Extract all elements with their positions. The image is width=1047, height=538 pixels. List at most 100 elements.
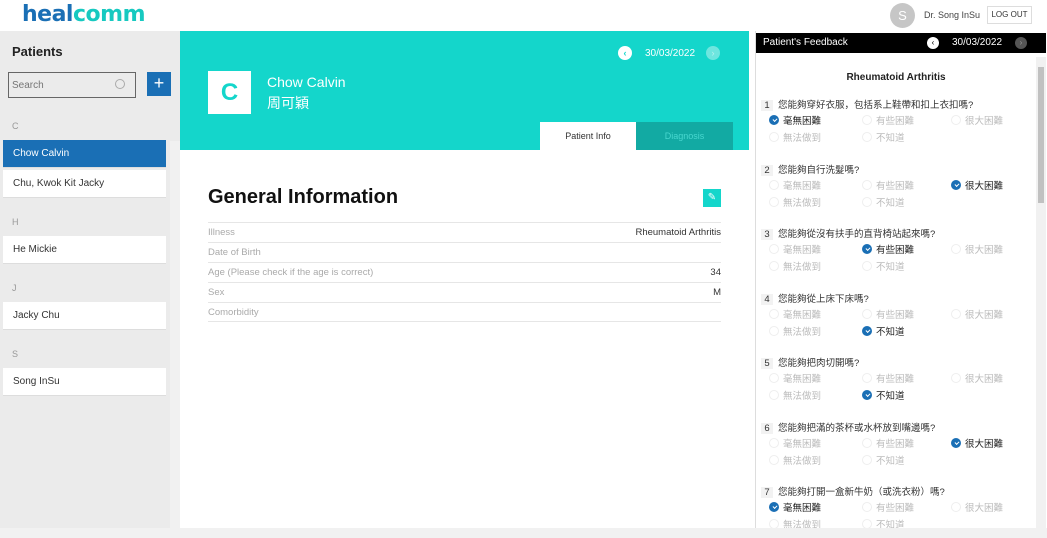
answer-option[interactable]: 不知道 [862, 324, 951, 338]
feedback-prev-icon[interactable]: ‹ [927, 37, 939, 49]
edit-icon[interactable]: ✎ [703, 189, 721, 207]
answer-option[interactable]: 毫無困難 [769, 113, 862, 127]
radio-icon[interactable] [769, 373, 779, 383]
app-logo[interactable]: healcomm [22, 2, 146, 27]
radio-icon[interactable] [862, 196, 872, 207]
answer-option[interactable]: 不知道 [862, 259, 951, 273]
option-label: 不知道 [876, 133, 905, 144]
search-input[interactable] [9, 73, 109, 97]
horizontal-scrollbar[interactable] [0, 528, 1047, 538]
radio-icon[interactable] [862, 437, 872, 448]
answer-option[interactable]: 無法做到 [769, 324, 862, 338]
radio-checked-icon[interactable] [862, 244, 872, 254]
answer-option[interactable]: 有些困難 [862, 307, 951, 321]
answer-option[interactable]: 很大困難 [951, 242, 1031, 256]
radio-icon[interactable] [951, 502, 961, 512]
search-icon[interactable] [115, 79, 125, 89]
radio-icon[interactable] [951, 115, 961, 125]
add-patient-button[interactable]: + [147, 72, 171, 96]
radio-icon[interactable] [769, 390, 779, 400]
answer-option[interactable]: 毫無困難 [769, 371, 862, 385]
answer-option[interactable]: 有些困難 [862, 436, 951, 450]
logout-button[interactable]: LOG OUT [987, 6, 1032, 24]
radio-icon[interactable] [862, 179, 872, 190]
option-label: 無法做到 [783, 391, 822, 402]
radio-icon[interactable] [769, 196, 779, 207]
answer-option[interactable]: 很大困難 [951, 436, 1031, 450]
sidebar-title: Patients [12, 44, 63, 59]
answer-option[interactable]: 很大困難 [951, 113, 1031, 127]
tab-diagnosis[interactable]: Diagnosis [636, 122, 733, 150]
radio-icon[interactable] [769, 437, 779, 448]
answer-option[interactable]: 很大困難 [951, 500, 1031, 514]
radio-checked-icon[interactable] [769, 502, 779, 512]
question-number: 2 [761, 164, 773, 176]
answer-option[interactable]: 毫無困難 [769, 242, 862, 256]
radio-checked-icon[interactable] [862, 390, 872, 400]
sidebar-scrollbar[interactable] [170, 141, 180, 528]
answer-option[interactable]: 無法做到 [769, 388, 862, 402]
radio-checked-icon[interactable] [951, 179, 961, 190]
answer-option[interactable]: 很大困難 [951, 371, 1031, 385]
answer-option[interactable]: 無法做到 [769, 453, 862, 467]
radio-icon[interactable] [951, 244, 961, 254]
answer-option[interactable]: 無法做到 [769, 130, 862, 144]
radio-icon[interactable] [862, 132, 872, 142]
answer-option[interactable]: 有些困難 [862, 500, 951, 514]
radio-icon[interactable] [862, 502, 872, 512]
answer-option[interactable]: 有些困難 [862, 113, 951, 127]
answer-option[interactable]: 毫無困難 [769, 178, 862, 192]
radio-checked-icon[interactable] [769, 115, 779, 125]
answer-option[interactable]: 無法做到 [769, 195, 862, 209]
answer-option[interactable]: 無法做到 [769, 259, 862, 273]
radio-icon[interactable] [951, 373, 961, 383]
answer-option[interactable]: 有些困難 [862, 242, 951, 256]
answer-option[interactable]: 不知道 [862, 453, 951, 467]
option-label: 很大困難 [965, 503, 1004, 514]
radio-icon[interactable] [769, 308, 779, 319]
radio-icon[interactable] [862, 308, 872, 319]
search-box[interactable] [8, 72, 136, 98]
question-label: 您能夠從沒有扶手的直背椅站起來嗎? [778, 229, 936, 240]
prev-date-icon[interactable]: ‹ [618, 46, 632, 60]
answer-option[interactable]: 毫無困難 [769, 436, 862, 450]
answer-option[interactable]: 很大困難 [951, 178, 1031, 192]
next-date-icon[interactable]: › [706, 46, 720, 60]
radio-checked-icon[interactable] [862, 325, 872, 336]
feedback-next-icon[interactable]: › [1015, 37, 1027, 49]
patient-list-item[interactable]: Jacky Chu [3, 302, 166, 330]
feedback-scroll-thumb[interactable] [1038, 67, 1044, 203]
tab-patient-info[interactable]: Patient Info [540, 122, 636, 150]
radio-icon[interactable] [769, 261, 779, 271]
patient-list-item[interactable]: Song InSu [3, 368, 166, 396]
user-avatar[interactable]: S [890, 3, 915, 28]
radio-icon[interactable] [862, 373, 872, 383]
answer-option[interactable]: 不知道 [862, 130, 951, 144]
answer-option[interactable]: 不知道 [862, 195, 951, 209]
option-label: 毫無困難 [783, 374, 822, 385]
radio-icon[interactable] [862, 115, 872, 125]
answer-option[interactable]: 毫無困難 [769, 307, 862, 321]
info-row-illness: Illness Rheumatoid Arthritis [208, 222, 721, 242]
question-label: 您能夠從上床下床嗎? [778, 293, 869, 305]
radio-icon[interactable] [769, 132, 779, 142]
patient-list-item[interactable]: He Mickie [3, 236, 166, 264]
group-letter: S [12, 349, 19, 359]
feedback-question: 3 您能夠從沒有扶手的直背椅站起來嗎? 毫無困難 有些困難 很大困難 無法做到 不知道 [761, 226, 1031, 273]
answer-option[interactable]: 不知道 [862, 388, 951, 402]
radio-icon[interactable] [769, 244, 779, 254]
radio-icon[interactable] [769, 325, 779, 336]
radio-icon[interactable] [769, 454, 779, 465]
radio-icon[interactable] [951, 308, 961, 319]
radio-icon[interactable] [769, 179, 779, 190]
patient-list-item[interactable]: Chu, Kwok Kit Jacky [3, 170, 166, 198]
answer-option[interactable]: 毫無困難 [769, 500, 862, 514]
radio-icon[interactable] [862, 261, 872, 271]
answer-option[interactable]: 很大困難 [951, 307, 1031, 321]
radio-checked-icon[interactable] [951, 437, 961, 448]
answer-option[interactable]: 有些困難 [862, 371, 951, 385]
radio-icon[interactable] [862, 454, 872, 465]
feedback-header: Patient's Feedback ‹ 30/03/2022 › [756, 33, 1046, 53]
patient-list-item[interactable]: Chow Calvin [3, 140, 166, 168]
answer-option[interactable]: 有些困難 [862, 178, 951, 192]
